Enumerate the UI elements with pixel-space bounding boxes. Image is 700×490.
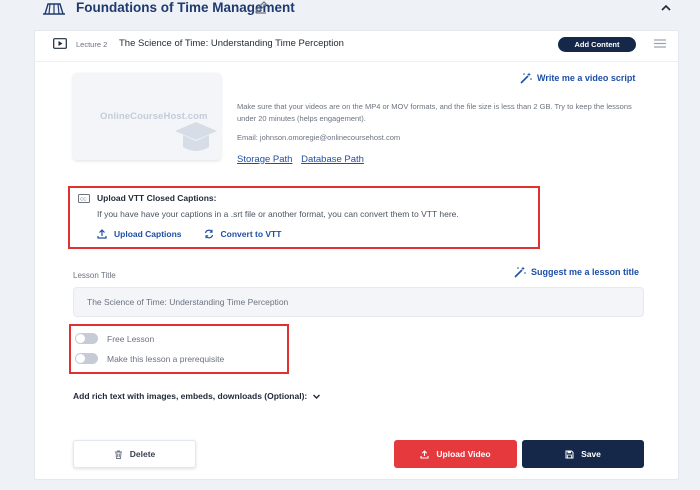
storage-path-link[interactable]: Storage Path	[237, 154, 292, 165]
path-links: Storage Path Database Path	[237, 154, 370, 165]
upload-icon	[420, 449, 429, 459]
email-text: Email: johnson.omoregie@onlinecoursehost…	[237, 133, 401, 142]
magic-wand-icon	[514, 266, 526, 278]
magic-wand-icon	[520, 72, 532, 84]
lecture-number: Lecture 2	[76, 40, 108, 49]
lecture-bar: Lecture 2 The Science of Time: Understan…	[35, 31, 678, 62]
convert-to-vtt-button[interactable]: Convert to VTT	[204, 229, 282, 239]
captions-title: Upload VTT Closed Captions:	[97, 193, 217, 203]
lecture-title: The Science of Time: Understanding Time …	[119, 38, 344, 49]
floppy-disk-icon	[565, 450, 574, 458]
closed-captions-icon: CC	[78, 194, 90, 203]
add-content-button[interactable]: Add Content	[558, 37, 636, 52]
svg-text:CC: CC	[80, 196, 87, 201]
suggest-lesson-title-label: Suggest me a lesson title	[531, 267, 640, 277]
rich-text-expander[interactable]: Add rich text with images, embeds, downl…	[73, 391, 321, 401]
delete-button[interactable]: Delete	[73, 440, 196, 468]
chevron-down-icon	[313, 394, 321, 399]
prerequisite-toggle[interactable]	[75, 353, 98, 364]
trash-icon	[114, 450, 122, 459]
prerequisite-row: Make this lesson a prerequisite	[75, 353, 224, 364]
pencil-icon[interactable]	[254, 0, 268, 14]
upload-video-button[interactable]: Upload Video	[394, 440, 517, 468]
prerequisite-label: Make this lesson a prerequisite	[107, 353, 225, 364]
free-lesson-label: Free Lesson	[107, 333, 155, 344]
lesson-title-label: Lesson Title	[73, 271, 116, 280]
book-stack-icon	[43, 3, 65, 15]
convert-to-vtt-label: Convert to VTT	[220, 229, 282, 239]
lesson-options-section: Free Lesson Make this lesson a prerequis…	[69, 324, 289, 374]
video-info-text: Make sure that your videos are on the MP…	[237, 102, 632, 123]
write-video-script-link[interactable]: Write me a video script	[520, 72, 635, 84]
suggest-lesson-title-link[interactable]: Suggest me a lesson title	[514, 266, 639, 278]
captions-description: If you have have your captions in a .srt…	[97, 209, 459, 219]
save-label: Save	[581, 449, 601, 459]
captions-actions: Upload Captions Convert to VTT	[97, 229, 303, 239]
delete-label: Delete	[129, 449, 156, 459]
lecture-card: Lecture 2 The Science of Time: Understan…	[34, 30, 679, 480]
upload-icon	[97, 229, 107, 239]
database-path-link[interactable]: Database Path	[301, 154, 364, 165]
rich-text-label: Add rich text with images, embeds, downl…	[73, 391, 308, 401]
write-video-script-label: Write me a video script	[537, 73, 636, 83]
graduation-cap-icon	[175, 122, 217, 151]
upload-captions-button[interactable]: Upload Captions	[97, 229, 182, 239]
free-lesson-toggle[interactable]	[75, 333, 98, 344]
video-play-icon	[53, 38, 67, 49]
drag-handle-icon[interactable]	[654, 39, 666, 48]
refresh-icon	[204, 229, 213, 239]
captions-section: CC Upload VTT Closed Captions: If you ha…	[68, 186, 540, 249]
video-thumbnail[interactable]: OnlineCourseHost.com	[73, 73, 221, 160]
upload-video-label: Upload Video	[436, 449, 491, 459]
free-lesson-row: Free Lesson	[75, 333, 154, 344]
chevron-up-icon[interactable]	[660, 2, 672, 14]
section-header: Foundations of Time Management	[0, 0, 700, 22]
save-button[interactable]: Save	[522, 440, 644, 468]
upload-captions-label: Upload Captions	[114, 229, 182, 239]
lesson-title-input[interactable]	[73, 287, 644, 317]
